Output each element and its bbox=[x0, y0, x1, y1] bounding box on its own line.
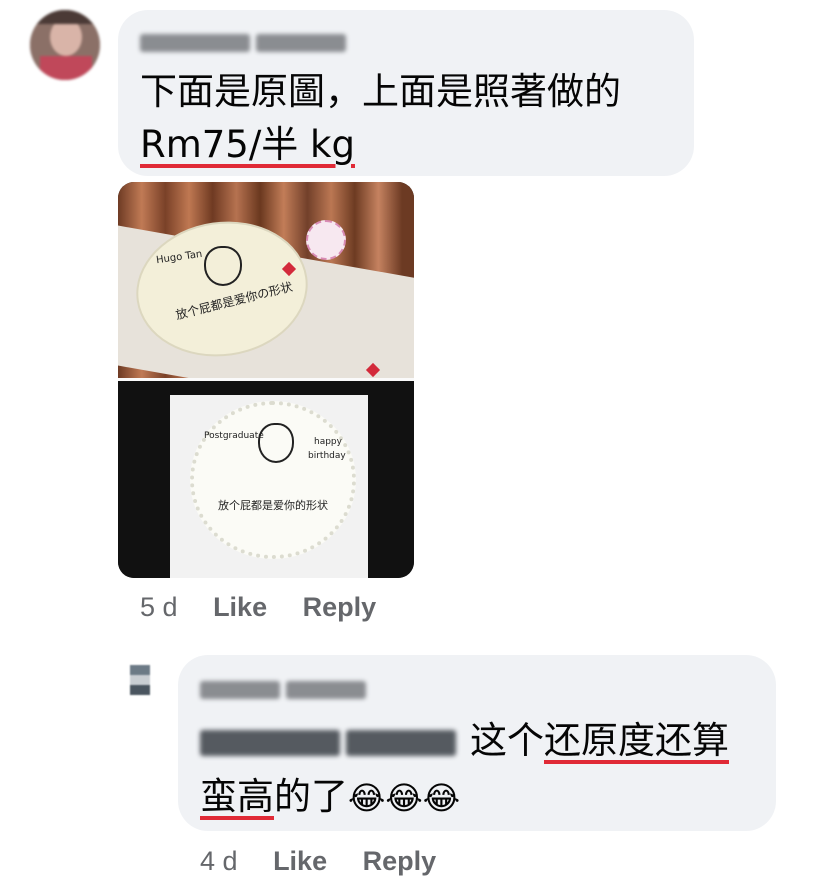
comment-author-name[interactable] bbox=[140, 34, 360, 52]
like-button[interactable]: Like bbox=[273, 846, 327, 876]
doodle-face-icon bbox=[204, 246, 242, 286]
reply-button[interactable]: Reply bbox=[363, 846, 437, 876]
photo-replica-cake: Hugo Tan 放个屁都是爱你の形状 bbox=[118, 182, 414, 421]
price-text: Rm75/半 kg bbox=[140, 123, 355, 166]
reply-button[interactable]: Reply bbox=[303, 592, 377, 622]
comment-text-c: 蛮高 bbox=[200, 775, 274, 818]
comment-text-line-2: 蛮高的了😂😂😂 bbox=[200, 771, 460, 824]
comment-photo[interactable]: Hugo Tan 放个屁都是爱你の形状 Postgraduate happy b… bbox=[118, 182, 414, 578]
mention-tag[interactable] bbox=[200, 728, 462, 758]
comment-author-name[interactable] bbox=[200, 681, 390, 699]
comment-time[interactable]: 5 d bbox=[140, 592, 178, 622]
comment-time[interactable]: 4 d bbox=[200, 846, 238, 876]
avatar[interactable] bbox=[130, 665, 150, 695]
comment-meta-row: 5 d Like Reply bbox=[140, 592, 376, 623]
like-button[interactable]: Like bbox=[213, 592, 267, 622]
shop-logo-icon bbox=[306, 220, 346, 260]
cake-greeting-left: Postgraduate bbox=[204, 431, 264, 441]
laughing-emoji-icon: 😂😂😂 bbox=[348, 779, 461, 817]
comment-price: Rm75/半 kg bbox=[140, 119, 355, 171]
cake-greeting-right-2: birthday bbox=[308, 451, 346, 461]
comment-bubble: 这个还原度还算 蛮高的了😂😂😂 bbox=[178, 655, 776, 831]
comment-text: 下面是原圖，上面是照著做的 bbox=[140, 70, 621, 113]
comment-text-line-1: 这个还原度还算 bbox=[200, 715, 729, 767]
cake-greeting-right-1: happy bbox=[314, 437, 342, 447]
doodle-face-icon bbox=[258, 423, 294, 463]
cake-message: 放个屁都是爱你的形状 bbox=[218, 499, 328, 512]
comment-meta-row: 4 d Like Reply bbox=[200, 846, 436, 877]
comment-text-d: 的了 bbox=[274, 775, 348, 818]
comment-text-b: 还原度还算 bbox=[544, 719, 729, 762]
avatar[interactable] bbox=[30, 10, 100, 80]
photo-original-cake: Postgraduate happy birthday 放个屁都是爱你的形状 bbox=[118, 381, 414, 578]
comment-text-a: 这个 bbox=[470, 719, 544, 762]
comment-bubble: 下面是原圖，上面是照著做的 Rm75/半 kg bbox=[118, 10, 694, 176]
